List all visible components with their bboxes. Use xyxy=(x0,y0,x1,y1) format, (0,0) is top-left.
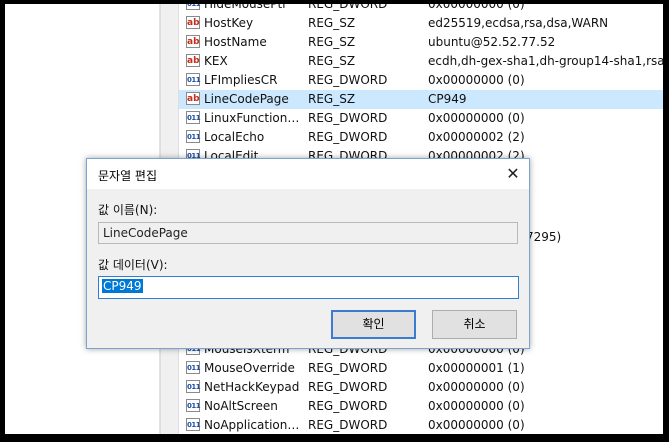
value-row[interactable]: 011 LFImpliesCR REG_DWORD 0x00000000 (0) xyxy=(179,71,663,90)
close-icon[interactable]: ✕ xyxy=(502,163,524,185)
value-data-label: 값 데이터(V): xyxy=(98,258,168,272)
string-value-icon: ab xyxy=(186,92,200,105)
value-data-input[interactable]: CP949 xyxy=(98,276,519,299)
partial-value-text: 7295) xyxy=(526,230,562,244)
dialog-titlebar[interactable]: 문자열 편집 ✕ xyxy=(87,159,529,189)
value-data: 0x00000000 (0) xyxy=(428,380,525,394)
value-row[interactable]: ab HostName REG_SZ ubuntu@52.52.77.52 xyxy=(179,33,663,52)
value-name-label: 값 이름(N): xyxy=(98,203,158,217)
value-name-field: LineCodePage xyxy=(98,222,518,244)
value-type: REG_SZ xyxy=(308,35,356,49)
value-row[interactable]: 011 NetHackKeypad REG_DWORD 0x00000000 (0) xyxy=(179,378,663,397)
value-row[interactable]: 011NoApplicationCursors REG_DWORD 0x000000… xyxy=(179,416,663,434)
string-value-icon: ab xyxy=(186,35,200,48)
value-row[interactable]: ab HostKey REG_SZ ed25519,ecdsa,rsa,dsa,WAR… xyxy=(179,14,663,33)
value-name: HostName xyxy=(204,35,267,49)
value-name: HideMousePtr xyxy=(204,4,288,11)
ok-button[interactable]: 확인 xyxy=(331,310,416,339)
values-list-bottom: 011 MouseIsXterm REG_DWORD 0x00000000 (0) 01… xyxy=(179,340,663,434)
edit-string-dialog: 문자열 편집 ✕ 값 이름(N): LineCodePage 값 데이터(V):… xyxy=(86,158,530,349)
binary-value-icon: 011 xyxy=(186,361,201,374)
value-data: ed25519,ecdsa,rsa,dsa,WARN xyxy=(428,16,609,30)
value-name: NoApplicationCursors xyxy=(204,418,300,432)
value-data: 0x00000002 (2) xyxy=(428,130,525,144)
value-name: LocalEcho xyxy=(204,130,265,144)
value-name: NetHackKeypad xyxy=(204,380,300,394)
value-name: MouseOverride xyxy=(204,361,295,375)
string-value-icon: ab xyxy=(186,54,200,67)
binary-value-icon: 011 xyxy=(186,380,201,393)
value-data: CP949 xyxy=(428,92,467,106)
value-type: REG_DWORD xyxy=(308,380,388,394)
dialog-title: 문자열 편집 xyxy=(98,169,158,183)
value-row[interactable]: 011 LocalEcho REG_DWORD 0x00000002 (2) xyxy=(179,128,663,147)
registry-editor-window: 011 HideMousePtr REG_DWORD 0x00000000 (0) ab… xyxy=(5,4,663,434)
value-type: REG_DWORD xyxy=(308,73,388,87)
value-name: HostKey xyxy=(204,16,254,30)
binary-value-icon: 011 xyxy=(186,399,201,412)
value-type: REG_SZ xyxy=(308,92,356,106)
value-row[interactable]: ab LineCodePage REG_SZ CP949 xyxy=(179,90,663,109)
value-name: LinuxFunctionKeys xyxy=(204,111,300,125)
value-row[interactable]: 011 MouseOverride REG_DWORD 0x00000001 (1) xyxy=(179,359,663,378)
value-data-selected-text: CP949 xyxy=(102,279,143,293)
binary-value-icon: 011 xyxy=(186,418,201,431)
binary-value-icon: 011 xyxy=(186,73,201,86)
value-data: 0x00000000 (0) xyxy=(428,111,525,125)
value-data: 0x00000000 (0) xyxy=(428,418,525,432)
value-data: 0x00000000 (0) xyxy=(428,73,525,87)
value-type: REG_DWORD xyxy=(308,4,388,11)
string-value-icon: ab xyxy=(186,16,200,29)
values-list: 011 HideMousePtr REG_DWORD 0x00000000 (0) ab… xyxy=(179,4,663,166)
value-type: REG_DWORD xyxy=(308,418,388,432)
binary-value-icon: 011 xyxy=(186,130,201,143)
value-name: NoAltScreen xyxy=(204,399,278,413)
value-row[interactable]: 011 HideMousePtr REG_DWORD 0x00000000 (0) xyxy=(179,4,663,14)
value-type: REG_DWORD xyxy=(308,361,388,375)
value-type: REG_DWORD xyxy=(308,130,388,144)
value-row[interactable]: ab KEX REG_SZ ecdh,dh-gex-sha1,dh-group14-s… xyxy=(179,52,663,71)
cancel-button[interactable]: 취소 xyxy=(432,310,517,339)
binary-value-icon: 011 xyxy=(186,4,201,10)
value-name: KEX xyxy=(204,54,228,68)
binary-value-icon: 011 xyxy=(186,111,201,124)
value-row[interactable]: 011LinuxFunctionKeys REG_DWORD 0x00000000 … xyxy=(179,109,663,128)
value-data: 0x00000001 (1) xyxy=(428,361,525,375)
value-type: REG_SZ xyxy=(308,16,356,30)
value-type: REG_DWORD xyxy=(308,111,388,125)
value-row[interactable]: 011 NoAltScreen REG_DWORD 0x00000000 (0) xyxy=(179,397,663,416)
value-type: REG_SZ xyxy=(308,54,356,68)
value-name: LFImpliesCR xyxy=(204,73,278,87)
value-name: LineCodePage xyxy=(204,92,289,106)
value-type: REG_DWORD xyxy=(308,399,388,413)
value-data: 0x00000000 (0) xyxy=(428,399,525,413)
value-data: 0x00000000 (0) xyxy=(428,4,525,11)
value-data: ecdh,dh-gex-sha1,dh-group14-sha1,rsa,WAR… xyxy=(428,54,663,68)
value-data: ubuntu@52.52.77.52 xyxy=(428,35,556,49)
